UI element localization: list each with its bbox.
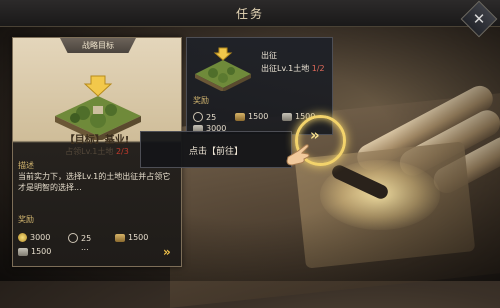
close-icon: ✕ <box>472 10 486 28</box>
reward-value: 25 <box>81 233 92 243</box>
task-title: 出征 <box>261 51 277 60</box>
reward-item: 1500 <box>115 233 148 242</box>
tooltip-text: 点击【前往】 <box>188 147 243 157</box>
top-bar: 任务 <box>0 0 500 27</box>
go-chevrons-icon[interactable]: » <box>310 126 320 144</box>
card-tag: 战略目标 <box>60 38 136 53</box>
reward-value: 25 <box>206 112 217 122</box>
reward-value: 1500 <box>128 233 149 242</box>
ring-icon <box>68 233 78 243</box>
task-progress: 1/2 <box>311 64 325 73</box>
reward-item: 25 <box>193 112 216 122</box>
goal-description: 当前实力下，选择Lv.1的土地出征并占领它才是明智的选择... <box>18 172 171 192</box>
territory-illustration <box>195 47 251 91</box>
wood-icon <box>235 112 245 121</box>
reward-label: 奖励 <box>18 215 34 224</box>
reward-value: 1500 <box>248 112 269 121</box>
ring-icon <box>193 112 203 122</box>
coin-icon <box>18 233 27 242</box>
reward-item: 3000 <box>18 233 50 242</box>
stone-icon <box>282 112 292 121</box>
desc-label: 描述 <box>18 161 34 170</box>
reward-value: 3000 <box>30 233 51 242</box>
task-subtitle: 出征Lv.1土地 1/2 <box>261 63 325 74</box>
goal-progress: 2/3 <box>115 147 129 156</box>
reward-item: 25 <box>68 233 91 243</box>
reward-item: 1500 <box>18 247 51 256</box>
territory-illustration <box>55 75 141 140</box>
reward-item: 1500 <box>235 112 268 121</box>
reward-value: 1500 <box>31 247 52 256</box>
task-objective: 出征Lv.1土地 <box>261 64 310 73</box>
tutorial-tooltip: 点击【前往】 <box>140 131 292 168</box>
goal-objective: 占领Lv.1土地 <box>65 147 114 156</box>
chevrons-icon[interactable]: » <box>163 245 171 259</box>
wood-icon <box>115 233 125 242</box>
stone-icon <box>18 247 28 256</box>
more-rewards: ... <box>81 243 89 252</box>
reward-label: 奖励 <box>193 96 209 105</box>
pointing-hand-icon <box>286 144 310 166</box>
page-title: 任务 <box>235 7 264 21</box>
